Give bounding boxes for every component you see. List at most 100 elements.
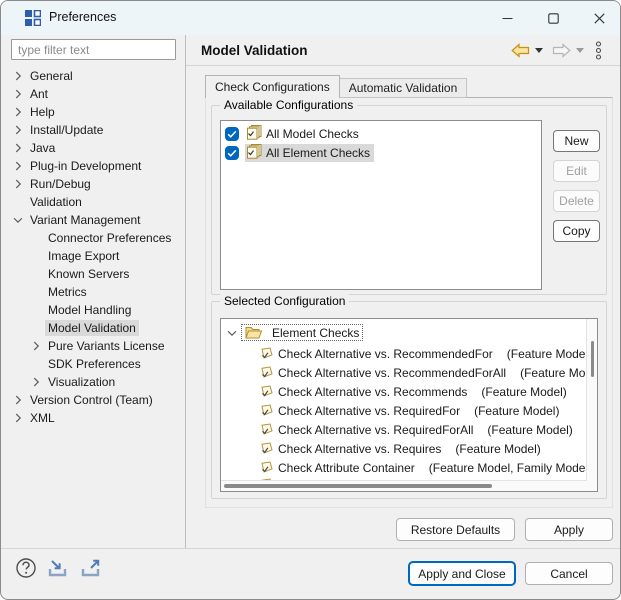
new-button[interactable]: New (553, 130, 600, 152)
cancel-button[interactable]: Cancel (525, 562, 613, 585)
tab-check-configurations[interactable]: Check Configurations (205, 75, 340, 98)
chevron-right-icon[interactable] (9, 122, 27, 138)
help-button[interactable] (15, 557, 37, 579)
check-item-icon (259, 385, 273, 398)
check-item[interactable]: Check Alternative vs. RequiredFor(Featur… (259, 401, 559, 420)
chevron-right-icon[interactable] (9, 410, 27, 426)
sidebar-item-validation[interactable]: Validation (1, 193, 185, 211)
sidebar-item-java[interactable]: Java (1, 139, 185, 157)
sidebar-item-image-export[interactable]: Image Export (1, 247, 185, 265)
export-preferences-button[interactable] (80, 559, 103, 578)
filter-input[interactable] (11, 39, 176, 60)
check-item[interactable]: Check Alternative vs. Requires(Feature M… (259, 439, 541, 458)
title-bar[interactable]: Preferences (1, 1, 620, 35)
selected-configuration-tree[interactable]: Element Checks Check Alternative vs. Rec… (220, 318, 598, 492)
back-button[interactable] (511, 39, 530, 61)
chevron-right-icon[interactable] (9, 392, 27, 408)
sidebar-sash[interactable] (185, 35, 186, 548)
button-label: Restore Defaults (411, 523, 500, 537)
sidebar-item-label: Image Export (45, 248, 122, 264)
back-icon (511, 43, 530, 58)
horizontal-scrollbar[interactable] (221, 480, 587, 491)
sidebar-item-run-debug[interactable]: Run/Debug (1, 175, 185, 193)
chevron-right-icon[interactable] (9, 86, 27, 102)
chevron-right-icon[interactable] (9, 140, 27, 156)
check-item-icon (259, 461, 273, 474)
forward-button[interactable] (552, 39, 571, 61)
sidebar-item-visualization[interactable]: Visualization (1, 373, 185, 391)
check-item-icon (259, 442, 273, 455)
check-item[interactable]: Check Alternative vs. RecommendedFor(Fea… (259, 344, 592, 363)
sidebar-item-help[interactable]: Help (1, 103, 185, 121)
check-item[interactable]: Check Alternative vs. RecommendedForAll(… (259, 363, 598, 382)
check-configuration-icon (246, 144, 262, 162)
group-label: Selected Configuration (220, 294, 349, 308)
check-name: Check Attribute Container (278, 461, 415, 475)
checkbox-checked[interactable] (225, 127, 239, 141)
chevron-down-icon[interactable] (225, 326, 239, 340)
sidebar-item-sdk-preferences[interactable]: SDK Preferences (1, 355, 185, 373)
preferences-dialog: Preferences General Ant Help Install/Upd… (0, 0, 621, 600)
copy-button[interactable]: Copy (553, 220, 600, 242)
checkbox-checked[interactable] (225, 146, 239, 160)
check-item[interactable]: Check Alternative vs. RequiredForAll(Fea… (259, 420, 573, 439)
check-name: Check Alternative vs. RecommendedForAll (278, 366, 506, 380)
tree-root-element-checks[interactable]: Element Checks (225, 323, 363, 342)
list-item-body[interactable]: All Model Checks (245, 125, 363, 143)
sidebar-item-pure-variants-license[interactable]: Pure Variants License (1, 337, 185, 355)
sidebar-item-known-servers[interactable]: Known Servers (1, 265, 185, 283)
preference-tree: General Ant Help Install/Update Java Plu… (1, 61, 185, 507)
apply-and-close-button[interactable]: Apply and Close (409, 562, 515, 585)
chevron-right-icon[interactable] (9, 68, 27, 84)
chevron-down-icon[interactable] (9, 212, 27, 228)
sidebar-item-model-handling[interactable]: Model Handling (1, 301, 185, 319)
back-menu-button[interactable] (535, 39, 543, 61)
sidebar-item-model-validation[interactable]: Model Validation (1, 319, 185, 337)
sidebar-item-metrics[interactable]: Metrics (1, 283, 185, 301)
sidebar-item-general[interactable]: General (1, 67, 185, 85)
forward-menu-button[interactable] (576, 39, 584, 61)
import-preferences-button[interactable] (47, 559, 70, 578)
chevron-right-icon[interactable] (9, 158, 27, 174)
minimize-button[interactable] (484, 1, 530, 35)
group-label: Available Configurations (220, 98, 357, 112)
sidebar-item-label: Install/Update (27, 122, 106, 138)
sidebar-item-label: Metrics (45, 284, 90, 300)
sidebar-item-variant-management[interactable]: Variant Management (1, 211, 185, 229)
sidebar-item-version-control[interactable]: Version Control (Team) (1, 391, 185, 409)
chevron-right-icon[interactable] (27, 338, 45, 354)
list-item-body-selected[interactable]: All Element Checks (245, 144, 374, 162)
scrollbar-thumb[interactable] (224, 484, 492, 488)
vertical-scrollbar[interactable] (586, 319, 597, 491)
view-menu-button[interactable] (595, 39, 602, 61)
sidebar-item-connector-preferences[interactable]: Connector Preferences (1, 229, 185, 247)
chevron-right-icon[interactable] (9, 176, 27, 192)
page-title: Model Validation (201, 43, 308, 58)
sidebar-item-plugin-development[interactable]: Plug-in Development (1, 157, 185, 175)
help-icon (15, 557, 37, 579)
footer-divider (1, 548, 621, 549)
check-scope: (Feature Model) (455, 442, 540, 456)
restore-defaults-button[interactable]: Restore Defaults (396, 518, 515, 541)
available-configurations-list[interactable]: All Model Checks All (220, 120, 542, 290)
maximize-button[interactable] (530, 1, 576, 35)
tab-automatic-validation[interactable]: Automatic Validation (340, 78, 468, 98)
sidebar-item-xml[interactable]: XML (1, 409, 185, 427)
sidebar-item-label: Validation (27, 194, 85, 210)
forward-icon (552, 43, 571, 58)
close-button[interactable] (576, 1, 621, 35)
sidebar-item-label: Plug-in Development (27, 158, 144, 174)
scrollbar-thumb[interactable] (591, 341, 594, 377)
chevron-right-icon[interactable] (9, 104, 27, 120)
configuration-label: All Model Checks (266, 127, 359, 141)
list-item[interactable]: All Element Checks (225, 144, 374, 162)
chevron-right-icon[interactable] (27, 374, 45, 390)
import-icon (47, 559, 70, 578)
sidebar-item-install-update[interactable]: Install/Update (1, 121, 185, 139)
list-item[interactable]: All Model Checks (225, 125, 363, 143)
sidebar-item-label: SDK Preferences (45, 356, 144, 372)
sidebar-item-ant[interactable]: Ant (1, 85, 185, 103)
check-name: Check Alternative vs. RecommendedFor (278, 347, 493, 361)
apply-button[interactable]: Apply (525, 518, 613, 541)
check-item[interactable]: Check Alternative vs. Recommends(Feature… (259, 382, 567, 401)
